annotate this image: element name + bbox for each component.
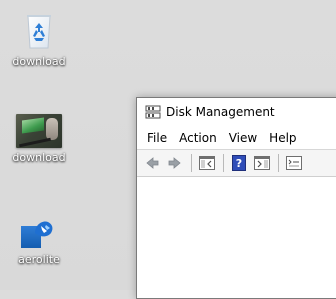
toolbar: ? bbox=[137, 149, 336, 177]
desktop-icon-aerolite[interactable]: aerolite bbox=[0, 214, 79, 266]
show-hide-action-pane-icon bbox=[254, 156, 270, 170]
back-button[interactable] bbox=[141, 152, 163, 174]
menu-file[interactable]: File bbox=[141, 128, 173, 148]
toolbar-separator bbox=[278, 154, 279, 172]
photo-thumbnail-icon bbox=[16, 114, 62, 148]
properties-button[interactable] bbox=[283, 152, 305, 174]
show-hide-console-tree-icon bbox=[199, 156, 215, 170]
desktop-icon-recycle-bin[interactable]: download bbox=[0, 8, 79, 68]
show-hide-action-pane-button[interactable] bbox=[251, 152, 273, 174]
show-hide-console-tree-button[interactable] bbox=[196, 152, 218, 174]
window-title: Disk Management bbox=[166, 105, 275, 119]
menu-action[interactable]: Action bbox=[173, 128, 223, 148]
help-button[interactable]: ? bbox=[228, 152, 250, 174]
aerolite-app-icon bbox=[19, 214, 59, 250]
disk-management-icon bbox=[145, 105, 161, 119]
menu-help[interactable]: Help bbox=[263, 128, 302, 148]
forward-button[interactable] bbox=[164, 152, 186, 174]
toolbar-separator bbox=[191, 154, 192, 172]
desktop-icon-label: aerolite bbox=[18, 253, 60, 266]
title-bar[interactable]: Disk Management bbox=[137, 98, 336, 127]
menu-bar: File Action View Help bbox=[137, 127, 336, 149]
desktop-icon-download-photo[interactable]: download bbox=[0, 114, 79, 164]
back-arrow-icon bbox=[146, 157, 159, 169]
properties-icon bbox=[286, 156, 302, 170]
desktop-icon-label: download bbox=[12, 55, 66, 68]
recycle-bin-icon bbox=[22, 8, 56, 52]
disk-management-window[interactable]: Disk Management File Action View Help ? bbox=[136, 97, 336, 299]
forward-arrow-icon bbox=[168, 157, 181, 169]
help-icon: ? bbox=[232, 155, 246, 171]
toolbar-separator bbox=[223, 154, 224, 172]
menu-view[interactable]: View bbox=[223, 128, 263, 148]
console-content-area[interactable] bbox=[137, 178, 336, 298]
svg-text:?: ? bbox=[236, 157, 242, 170]
desktop-icon-label: download bbox=[12, 151, 66, 164]
